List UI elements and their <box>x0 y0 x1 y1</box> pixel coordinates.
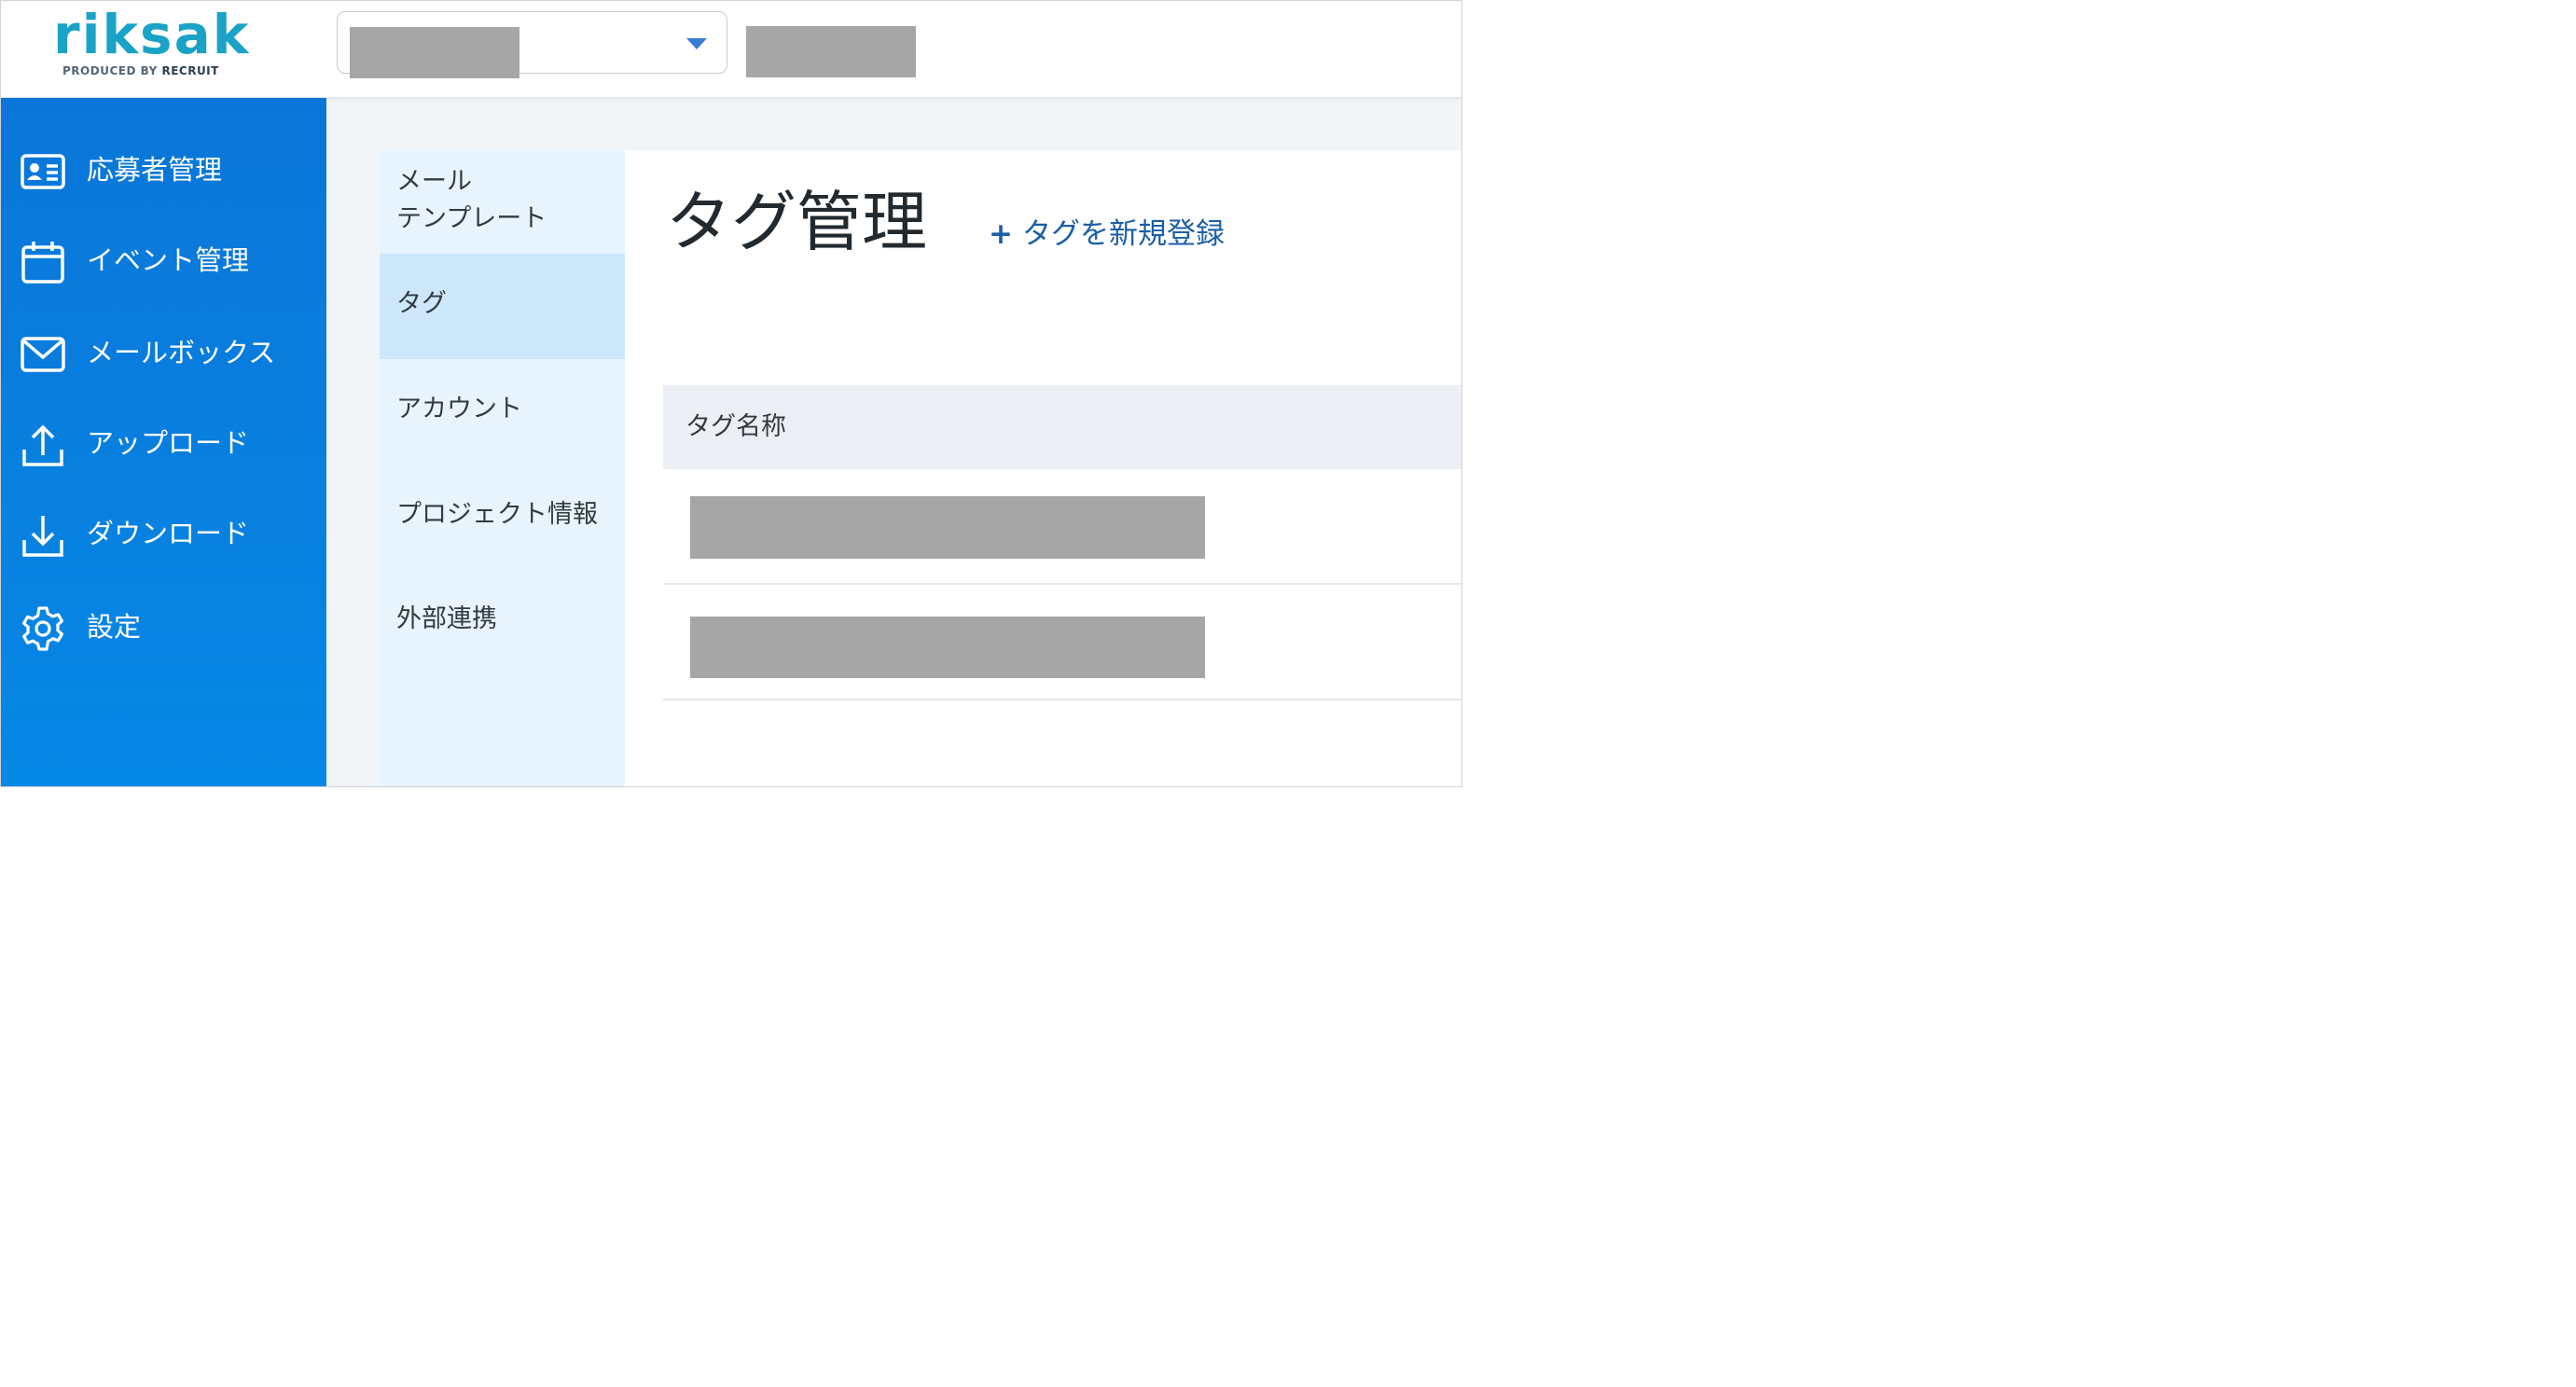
id-card-icon <box>21 154 65 189</box>
table-row[interactable] <box>663 469 1461 585</box>
submenu-item-label: アカウント <box>396 395 522 423</box>
submenu-item-tags[interactable]: タグ <box>380 254 625 359</box>
top-header: riksak PRODUCED BY RECRUIT <box>1 1 1461 98</box>
logo-wordmark: riksak <box>53 3 251 66</box>
sidebar: 応募者管理 イベント管理 メールボックス アップロード ダウンロード 設定 <box>1 98 326 786</box>
sidebar-item-download[interactable]: ダウンロード <box>1 501 326 566</box>
submenu-item-project-info[interactable]: プロジェクト情報 <box>380 464 625 568</box>
project-select[interactable] <box>337 11 727 78</box>
upload-icon <box>22 424 63 466</box>
submenu-item-label: タグ <box>396 289 447 318</box>
sidebar-item-label: 設定 <box>87 611 142 643</box>
sidebar-item-settings[interactable]: 設定 <box>1 594 326 659</box>
table-header: タグ名称 <box>663 385 1461 469</box>
sidebar-item-label: メールボックス <box>87 337 276 368</box>
sidebar-item-label: ダウンロード <box>87 518 250 549</box>
riksak-logo[interactable]: riksak PRODUCED BY RECRUIT <box>53 5 254 85</box>
redacted-tag-name <box>690 617 1205 678</box>
logo-tagline-prefix: PRODUCED BY <box>62 64 162 77</box>
submenu-item-label: プロジェクト情報 <box>396 500 598 529</box>
column-header-tag-name: タグ名称 <box>686 412 786 441</box>
sidebar-item-events[interactable]: イベント管理 <box>1 228 326 293</box>
calendar-icon <box>21 242 64 284</box>
sidebar-item-label: アップロード <box>87 427 250 459</box>
recruit-logo: RECRUIT <box>161 64 219 77</box>
logo-tagline: PRODUCED BY RECRUIT <box>62 64 219 77</box>
submenu-item-integrations[interactable]: 外部連携 <box>380 568 625 673</box>
submenu-item-account[interactable]: アカウント <box>380 359 625 464</box>
add-tag-link[interactable]: + タグを新規登録 <box>989 214 1225 255</box>
main-content: タグ管理 + タグを新規登録 タグ名称 <box>625 150 1461 786</box>
add-tag-label: タグを新規登録 <box>1021 217 1225 251</box>
page-title: タグ管理 <box>666 184 927 260</box>
submenu-item-mail-template[interactable]: メール テンプレート <box>380 150 625 254</box>
submenu-item-label: メール テンプレート <box>396 167 547 233</box>
mail-icon <box>21 337 65 372</box>
app-window: riksak PRODUCED BY RECRUIT 応募者管理 イベント管理 … <box>0 0 1462 787</box>
gear-icon <box>22 606 63 651</box>
redacted-tag-name <box>690 496 1205 559</box>
settings-submenu: メール テンプレート タグ アカウント プロジェクト情報 外部連携 <box>380 150 625 786</box>
download-icon <box>22 516 63 557</box>
plus-icon: + <box>989 217 1013 251</box>
sidebar-item-label: イベント管理 <box>87 244 250 276</box>
redacted-header-item[interactable] <box>746 26 916 77</box>
redacted-project-name <box>350 27 519 78</box>
sidebar-item-applicants[interactable]: 応募者管理 <box>1 137 326 202</box>
sidebar-item-mailbox[interactable]: メールボックス <box>1 320 326 385</box>
sidebar-item-upload[interactable]: アップロード <box>1 410 326 476</box>
chevron-down-icon <box>686 38 707 49</box>
submenu-item-label: 外部連携 <box>396 604 497 633</box>
table-row[interactable] <box>663 585 1461 700</box>
sidebar-item-label: 応募者管理 <box>87 154 223 186</box>
